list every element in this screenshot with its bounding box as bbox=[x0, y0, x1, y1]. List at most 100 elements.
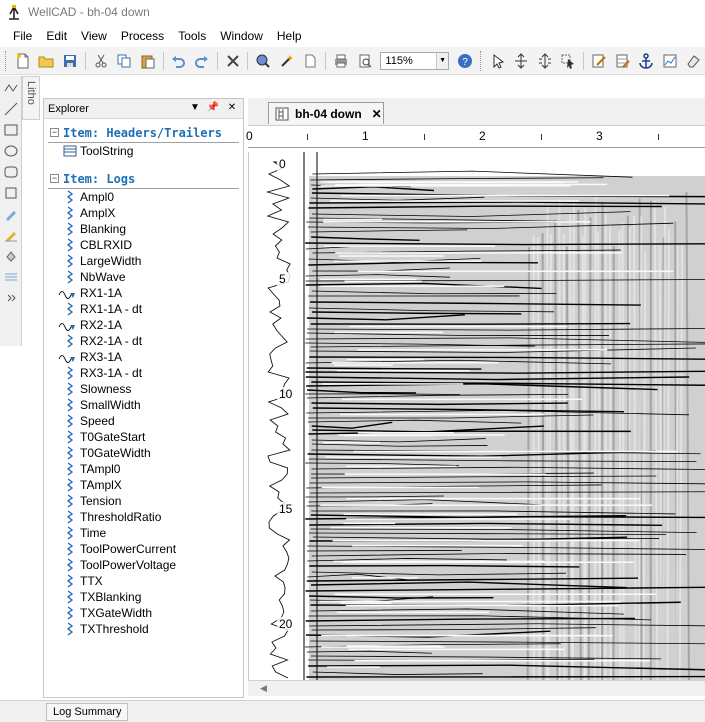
list-item[interactable]: RX3-1A - dt bbox=[44, 365, 243, 381]
waveform-log-plot[interactable]: 0 5 10 15 20 bbox=[249, 152, 705, 680]
close-icon[interactable]: ✕ bbox=[225, 101, 239, 115]
tab-bh-04-down[interactable]: bh-04 down ✕ bbox=[268, 102, 384, 124]
tab-log-summary[interactable]: Log Summary bbox=[46, 703, 129, 721]
delete-icon[interactable] bbox=[223, 51, 243, 71]
square-tool-icon[interactable] bbox=[2, 184, 20, 202]
toolbar-grip[interactable] bbox=[479, 50, 483, 71]
edit-log-icon[interactable] bbox=[589, 51, 609, 71]
list-item[interactable]: RX3-1A bbox=[44, 349, 243, 365]
chevron-down-icon[interactable]: ▼ bbox=[436, 52, 449, 69]
list-item[interactable]: TAmplX bbox=[44, 477, 243, 493]
section-headers-trailers[interactable]: − Item: Headers/Trailers bbox=[48, 123, 239, 143]
line-tool-icon[interactable] bbox=[2, 100, 20, 118]
rectangle-tool-icon[interactable] bbox=[2, 121, 20, 139]
zoom-value: 115% bbox=[385, 54, 413, 67]
explorer-panel: Explorer ▼ 📌 ✕ − Item: Headers/Trailers … bbox=[43, 98, 244, 698]
menu-help[interactable]: Help bbox=[270, 26, 309, 46]
properties-icon[interactable] bbox=[253, 51, 273, 71]
collapse-icon[interactable]: − bbox=[50, 174, 59, 183]
zoom-select[interactable]: 115% ▼ bbox=[380, 51, 450, 70]
list-item[interactable]: SmallWidth bbox=[44, 397, 243, 413]
rounded-rect-tool-icon[interactable] bbox=[2, 163, 20, 181]
lines-tool-icon[interactable] bbox=[2, 268, 20, 286]
collapse-icon[interactable]: − bbox=[50, 128, 59, 137]
pointer-icon[interactable] bbox=[488, 51, 508, 71]
chart-icon[interactable] bbox=[660, 51, 680, 71]
wand-icon[interactable] bbox=[277, 51, 297, 71]
vertical-scale-icon[interactable] bbox=[535, 51, 555, 71]
section-logs[interactable]: − Item: Logs bbox=[48, 169, 239, 189]
list-item[interactable]: TXThreshold bbox=[44, 621, 243, 637]
anchor-icon[interactable] bbox=[636, 51, 656, 71]
undo-icon[interactable] bbox=[169, 51, 189, 71]
toolbar-grip[interactable] bbox=[5, 50, 8, 71]
list-item[interactable]: ThresholdRatio bbox=[44, 509, 243, 525]
select-cursor-icon[interactable] bbox=[559, 51, 579, 71]
pen-tool-icon[interactable] bbox=[2, 226, 20, 244]
menu-process[interactable]: Process bbox=[114, 26, 171, 46]
menu-file[interactable]: File bbox=[6, 26, 39, 46]
list-item[interactable]: Ampl0 bbox=[44, 189, 243, 205]
redo-icon[interactable] bbox=[192, 51, 212, 71]
copy-icon[interactable] bbox=[114, 51, 134, 71]
trace-gap bbox=[352, 544, 523, 547]
list-item[interactable]: TTX bbox=[44, 573, 243, 589]
scroll-left-icon[interactable]: ◀ bbox=[260, 683, 267, 694]
wave-log-icon bbox=[62, 526, 78, 540]
menu-window[interactable]: Window bbox=[213, 26, 270, 46]
list-item[interactable]: RX1-1A bbox=[44, 285, 243, 301]
horizontal-scrollbar[interactable]: ◀ bbox=[248, 680, 705, 696]
list-item[interactable]: Speed bbox=[44, 413, 243, 429]
list-item[interactable]: RX1-1A - dt bbox=[44, 301, 243, 317]
cut-icon[interactable] bbox=[91, 51, 111, 71]
expand-toolbar-icon[interactable] bbox=[2, 289, 20, 307]
wave-log-icon bbox=[62, 558, 78, 572]
list-item[interactable]: CBLRXID bbox=[44, 237, 243, 253]
list-item[interactable]: Slowness bbox=[44, 381, 243, 397]
close-tab-icon[interactable]: ✕ bbox=[372, 107, 382, 121]
list-item[interactable]: TAmpl0 bbox=[44, 461, 243, 477]
open-folder-icon[interactable] bbox=[37, 51, 57, 71]
highlighter-icon[interactable] bbox=[2, 205, 20, 223]
vertical-resize-icon[interactable] bbox=[511, 51, 531, 71]
list-item[interactable]: T0GateWidth bbox=[44, 445, 243, 461]
paste-icon[interactable] bbox=[138, 51, 158, 71]
fwf-log-icon bbox=[58, 350, 78, 364]
list-item[interactable]: ToolString bbox=[44, 143, 243, 159]
menu-view[interactable]: View bbox=[74, 26, 114, 46]
trace-gap bbox=[353, 450, 679, 453]
eraser-icon[interactable] bbox=[684, 51, 704, 71]
edit-table-icon[interactable] bbox=[613, 51, 633, 71]
fill-tool-icon[interactable] bbox=[2, 247, 20, 265]
list-item[interactable]: RX2-1A - dt bbox=[44, 333, 243, 349]
list-item[interactable]: TXGateWidth bbox=[44, 605, 243, 621]
document-icon[interactable] bbox=[301, 51, 321, 71]
list-item[interactable]: NbWave bbox=[44, 269, 243, 285]
menu-tools[interactable]: Tools bbox=[171, 26, 213, 46]
list-item[interactable]: LargeWidth bbox=[44, 253, 243, 269]
list-item[interactable]: ToolPowerVoltage bbox=[44, 557, 243, 573]
new-file-icon[interactable] bbox=[13, 51, 33, 71]
list-item[interactable]: ToolPowerCurrent bbox=[44, 541, 243, 557]
list-item[interactable]: Blanking bbox=[44, 221, 243, 237]
list-item-label: RX3-1A bbox=[80, 350, 123, 364]
list-item[interactable]: TXBlanking bbox=[44, 589, 243, 605]
dropdown-icon[interactable]: ▼ bbox=[188, 101, 202, 115]
litho-side-tab[interactable]: Litho bbox=[22, 76, 40, 120]
list-item[interactable]: RX2-1A bbox=[44, 317, 243, 333]
ellipse-tool-icon[interactable] bbox=[2, 142, 20, 160]
print-preview-icon[interactable] bbox=[355, 51, 375, 71]
list-item[interactable]: T0GateStart bbox=[44, 429, 243, 445]
interference-band bbox=[600, 201, 604, 680]
list-item[interactable]: Time bbox=[44, 525, 243, 541]
list-item[interactable]: AmplX bbox=[44, 205, 243, 221]
polyline-tool-icon[interactable] bbox=[2, 79, 20, 97]
menu-edit[interactable]: Edit bbox=[39, 26, 74, 46]
print-icon[interactable] bbox=[331, 51, 351, 71]
list-item[interactable]: Tension bbox=[44, 493, 243, 509]
save-icon[interactable] bbox=[60, 51, 80, 71]
help-icon[interactable]: ? bbox=[455, 51, 475, 71]
wave-log-icon bbox=[62, 590, 78, 604]
pin-icon[interactable]: 📌 bbox=[206, 101, 220, 115]
log-view-canvas[interactable]: 0 5 10 15 20 bbox=[248, 152, 705, 680]
